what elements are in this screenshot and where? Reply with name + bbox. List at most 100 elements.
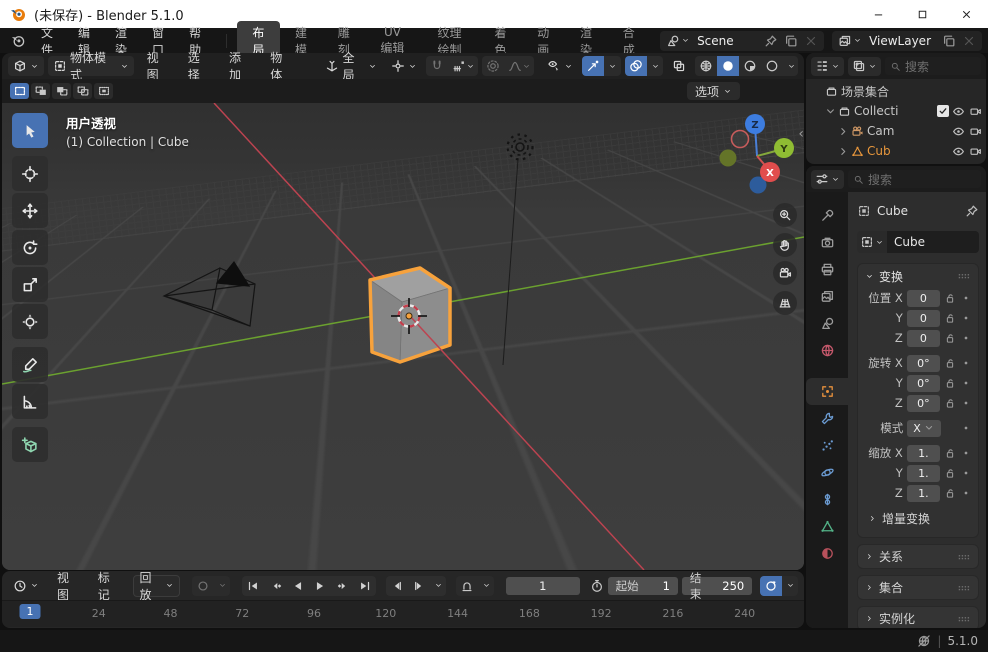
maximize-button[interactable] [900, 0, 944, 28]
outliner-row[interactable]: 场景集合 [806, 81, 986, 101]
transform-value-field[interactable]: 1. [906, 484, 940, 502]
properties-tab-scene[interactable] [806, 310, 848, 337]
new-view-layer-button[interactable] [939, 34, 959, 48]
outliner-item-label[interactable]: Cam [867, 124, 949, 138]
animate-dot-icon[interactable] [960, 377, 972, 389]
tool-add-cube[interactable] [12, 427, 48, 462]
outliner-search-input[interactable]: 搜索 [885, 57, 981, 75]
properties-tab-tool[interactable] [806, 202, 848, 229]
network-offline-icon[interactable] [917, 634, 931, 648]
mode-selector[interactable]: 物体模式 [48, 51, 134, 82]
hide-toggle-eye-icon[interactable] [952, 125, 965, 138]
shading-material-button[interactable] [739, 56, 761, 76]
current-frame-marker[interactable]: 1 [19, 604, 41, 619]
new-scene-button[interactable] [781, 34, 801, 48]
xray-toggle[interactable] [667, 56, 691, 76]
animate-dot-icon[interactable] [960, 332, 972, 344]
outliner-item-label[interactable]: 场景集合 [841, 83, 982, 100]
properties-tab-modifiers[interactable] [806, 405, 848, 432]
falloff-dropdown[interactable] [504, 56, 534, 76]
transform-value-field[interactable]: 0° [906, 374, 940, 392]
transform-value-field[interactable]: 0° [906, 394, 940, 412]
snap-toggle[interactable] [426, 56, 448, 76]
animate-dot-icon[interactable] [960, 447, 972, 459]
frame-step-dropdown[interactable] [431, 576, 447, 596]
camera-view-button[interactable] [773, 261, 797, 285]
outliner-row[interactable]: Cam [806, 121, 986, 141]
overlays-dropdown[interactable] [647, 56, 663, 76]
unlink-scene-button[interactable] [801, 34, 821, 48]
collapsed-panel[interactable]: 集合 [857, 575, 979, 600]
next-frame-button[interactable] [408, 576, 430, 596]
select-mode-button[interactable] [10, 83, 29, 99]
pan-button[interactable] [773, 233, 797, 257]
lock-icon[interactable] [944, 357, 956, 369]
lock-icon[interactable] [944, 377, 956, 389]
prev-frame-button[interactable] [386, 576, 408, 596]
transform-value-field[interactable]: 1. [906, 464, 940, 482]
select-mode-button[interactable] [52, 83, 71, 99]
outliner-filter-button[interactable] [848, 56, 881, 76]
orientation-selector[interactable]: 全局 [320, 51, 382, 82]
timeline-ruler[interactable]: 1 24 48 72 96 120 144 168 192 216 240 [2, 600, 804, 627]
transform-panel-header[interactable]: 变换 [858, 264, 978, 288]
keying-dropdown[interactable] [478, 576, 494, 596]
render-visibility-camera-icon[interactable] [969, 105, 982, 118]
id-type-button[interactable] [857, 231, 887, 253]
scene-name[interactable]: Scene [693, 34, 761, 48]
tool-scale[interactable] [12, 267, 48, 302]
outliner-row[interactable]: Collecti [806, 101, 986, 121]
remove-view-layer-button[interactable] [959, 34, 979, 48]
auto-key-dropdown[interactable] [214, 576, 230, 596]
transform-value-field[interactable]: 0 [906, 309, 940, 327]
select-mode-button[interactable] [31, 83, 50, 99]
outliner-item-label[interactable]: Cub [867, 144, 949, 158]
properties-tab-material[interactable] [806, 540, 848, 567]
tool-move[interactable] [12, 193, 48, 228]
lock-icon[interactable] [944, 312, 956, 324]
viewport-canvas[interactable]: 用户透视 (1) Collection | Cube Z Y X ‹ [2, 103, 804, 570]
current-frame-field[interactable]: 1 [505, 576, 580, 595]
keying-set-icon-button[interactable] [456, 576, 478, 596]
transform-value-field[interactable]: X [907, 419, 941, 437]
collection-checkbox[interactable] [937, 105, 949, 117]
breadcrumb-object-name[interactable]: Cube [877, 204, 908, 218]
playback-menu[interactable]: 回放 [133, 571, 181, 602]
animate-dot-icon[interactable] [960, 357, 972, 369]
outliner-display-mode-button[interactable] [811, 56, 844, 76]
frame-end-field[interactable]: 结束 250 [681, 571, 753, 601]
tool-cursor[interactable] [12, 156, 48, 191]
properties-editor-type-button[interactable] [811, 169, 844, 189]
transform-value-field[interactable]: 0 [906, 289, 940, 307]
outliner-row[interactable]: Cub [806, 141, 986, 161]
options-dropdown[interactable]: 选项 [686, 82, 740, 100]
lock-icon[interactable] [944, 467, 956, 479]
transform-value-field[interactable]: 1. [906, 444, 940, 462]
next-keyframe-button[interactable] [331, 576, 353, 596]
selectability-dropdown[interactable] [542, 56, 578, 76]
scene-selector-dropdown[interactable] [663, 34, 693, 48]
animate-dot-icon[interactable] [960, 397, 972, 409]
pin-id-icon[interactable] [965, 204, 979, 218]
animate-dot-icon[interactable] [960, 312, 972, 324]
animate-dot-icon[interactable] [960, 422, 972, 434]
properties-tab-output[interactable] [806, 256, 848, 283]
tool-select-box[interactable] [12, 113, 48, 148]
auto-key-toggle[interactable] [192, 576, 214, 596]
properties-tab-view-layer[interactable] [806, 283, 848, 310]
tool-annotate[interactable] [12, 347, 48, 382]
view-layer-name[interactable]: ViewLayer [865, 34, 939, 48]
expand-caret-icon[interactable] [838, 145, 848, 158]
select-mode-button[interactable] [94, 83, 113, 99]
lock-icon[interactable] [944, 397, 956, 409]
collapsed-panel[interactable]: 关系 [857, 544, 979, 569]
lock-icon[interactable] [944, 332, 956, 344]
gizmo-dropdown[interactable] [604, 56, 620, 76]
shading-solid-button[interactable] [717, 56, 739, 76]
sidebar-collapse-arrow[interactable]: ‹ [798, 127, 804, 141]
pivot-point-selector[interactable] [386, 56, 422, 76]
properties-search-input[interactable]: 搜索 [848, 170, 981, 188]
render-visibility-camera-icon[interactable] [969, 145, 982, 158]
delta-transform-subpanel[interactable]: 增量变换 [858, 507, 978, 529]
transform-value-field[interactable]: 0° [906, 354, 940, 372]
